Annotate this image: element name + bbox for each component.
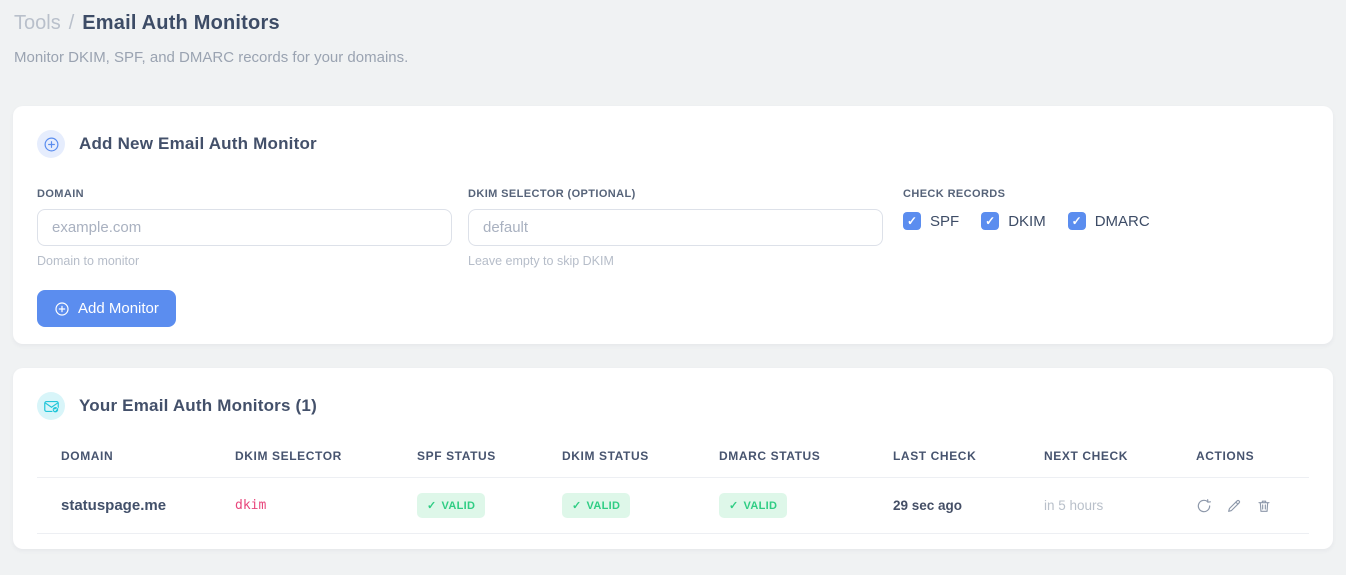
delete-button[interactable] (1256, 498, 1272, 514)
dkim-selector-help-text: Leave empty to skip DKIM (468, 254, 614, 268)
check-records-label: CHECK RECORDS (903, 188, 1006, 200)
checkbox-dmarc-label: DMARC (1094, 212, 1150, 230)
refresh-icon (1196, 498, 1212, 514)
check-icon: ✓ (1071, 214, 1082, 228)
monitor-spf-status-cell: ✓ VALID (393, 477, 538, 534)
col-header-dmarc-status: DMARC STATUS (695, 435, 869, 478)
plus-circle-badge (37, 130, 65, 158)
monitor-last-check: 29 sec ago (869, 477, 1020, 534)
check-icon: ✓ (427, 500, 437, 512)
add-monitor-card-title: Add New Email Auth Monitor (79, 134, 317, 153)
dkim-selector-field-group: DKIM SELECTOR (OPTIONAL) Leave empty to … (468, 188, 883, 268)
col-header-domain: DOMAIN (37, 435, 211, 478)
spf-status-text: VALID (441, 499, 476, 512)
col-header-spf-status: SPF STATUS (393, 435, 538, 478)
dkim-status-badge: ✓ VALID (562, 493, 631, 518)
monitor-next-check: in 5 hours (1020, 477, 1172, 534)
dkim-selector-input[interactable] (468, 209, 883, 246)
refresh-button[interactable] (1196, 498, 1212, 514)
spf-status-badge: ✓ VALID (417, 493, 486, 518)
add-monitor-form: DOMAIN Domain to monitor DKIM SELECTOR (… (37, 188, 1309, 268)
add-monitor-button[interactable]: Add Monitor (37, 290, 176, 327)
col-header-next-check: NEXT CHECK (1020, 435, 1172, 478)
monitor-dmarc-status-cell: ✓ VALID (695, 477, 869, 534)
row-actions (1196, 498, 1309, 514)
email-check-icon (43, 398, 60, 415)
check-records-group: CHECK RECORDS ✓ SPF ✓ DKIM ✓ DMARC (899, 188, 1150, 230)
dmarc-status-text: VALID (743, 499, 778, 512)
monitors-card-title: Your Email Auth Monitors (1) (79, 396, 317, 415)
table-header-row: DOMAIN DKIM SELECTOR SPF STATUS DKIM STA… (37, 435, 1309, 478)
trash-icon (1256, 498, 1272, 514)
domain-input[interactable] (37, 209, 452, 246)
domain-label: DOMAIN (37, 188, 85, 200)
checkbox-dkim-label: DKIM (1008, 212, 1046, 230)
dkim-status-text: VALID (586, 499, 621, 512)
checkbox-dkim[interactable]: ✓ (981, 212, 1000, 230)
check-icon: ✓ (572, 500, 582, 512)
monitors-table: DOMAIN DKIM SELECTOR SPF STATUS DKIM STA… (37, 435, 1309, 534)
checkbox-option-dmarc[interactable]: ✓ DMARC (1067, 212, 1150, 230)
pencil-icon (1226, 498, 1242, 514)
dmarc-status-badge: ✓ VALID (719, 493, 788, 518)
monitor-actions-cell (1172, 477, 1309, 534)
col-header-dkim-selector: DKIM SELECTOR (211, 435, 393, 478)
check-icon: ✓ (906, 214, 918, 228)
email-check-badge (37, 392, 65, 420)
checkbox-option-spf[interactable]: ✓ SPF (903, 212, 959, 230)
monitors-card: Your Email Auth Monitors (1) DOMAIN DKIM… (13, 368, 1333, 549)
col-header-last-check: LAST CHECK (869, 435, 1020, 478)
page-header: Tools / Email Auth Monitors Monitor DKIM… (0, 0, 1346, 66)
edit-button[interactable] (1226, 498, 1242, 514)
breadcrumb-separator: / (68, 12, 75, 34)
checkbox-option-dkim[interactable]: ✓ DKIM (981, 212, 1046, 230)
breadcrumb: Tools / Email Auth Monitors (14, 12, 1332, 35)
domain-field-group: DOMAIN Domain to monitor (37, 188, 452, 268)
check-icon: ✓ (985, 214, 996, 228)
checkbox-spf-label: SPF (930, 212, 960, 230)
checkbox-spf[interactable]: ✓ (903, 212, 921, 230)
add-monitor-card: Add New Email Auth Monitor DOMAIN Domain… (13, 106, 1333, 344)
checkbox-dmarc[interactable]: ✓ (1067, 212, 1086, 230)
domain-help-text: Domain to monitor (37, 254, 140, 268)
check-records-options: ✓ SPF ✓ DKIM ✓ DMARC (903, 212, 1150, 230)
breadcrumb-tools[interactable]: Tools (14, 12, 61, 35)
dkim-selector-label: DKIM SELECTOR (OPTIONAL) (468, 188, 636, 200)
add-monitor-card-header: Add New Email Auth Monitor (37, 130, 1309, 158)
plus-circle-icon (54, 301, 70, 317)
add-monitor-button-label: Add Monitor (78, 300, 159, 317)
monitor-dkim-selector: dkim (211, 477, 393, 534)
monitor-dkim-status-cell: ✓ VALID (538, 477, 695, 534)
table-row: statuspage.me dkim ✓ VALID ✓ VALID ✓ VAL… (37, 477, 1309, 534)
col-header-actions: ACTIONS (1172, 435, 1309, 478)
monitors-card-header: Your Email Auth Monitors (1) (37, 392, 1309, 420)
monitor-domain: statuspage.me (37, 477, 211, 534)
plus-circle-icon (43, 136, 60, 153)
col-header-dkim-status: DKIM STATUS (538, 435, 695, 478)
check-icon: ✓ (729, 500, 739, 512)
page-subtitle: Monitor DKIM, SPF, and DMARC records for… (14, 49, 409, 66)
page-title: Email Auth Monitors (82, 12, 280, 34)
